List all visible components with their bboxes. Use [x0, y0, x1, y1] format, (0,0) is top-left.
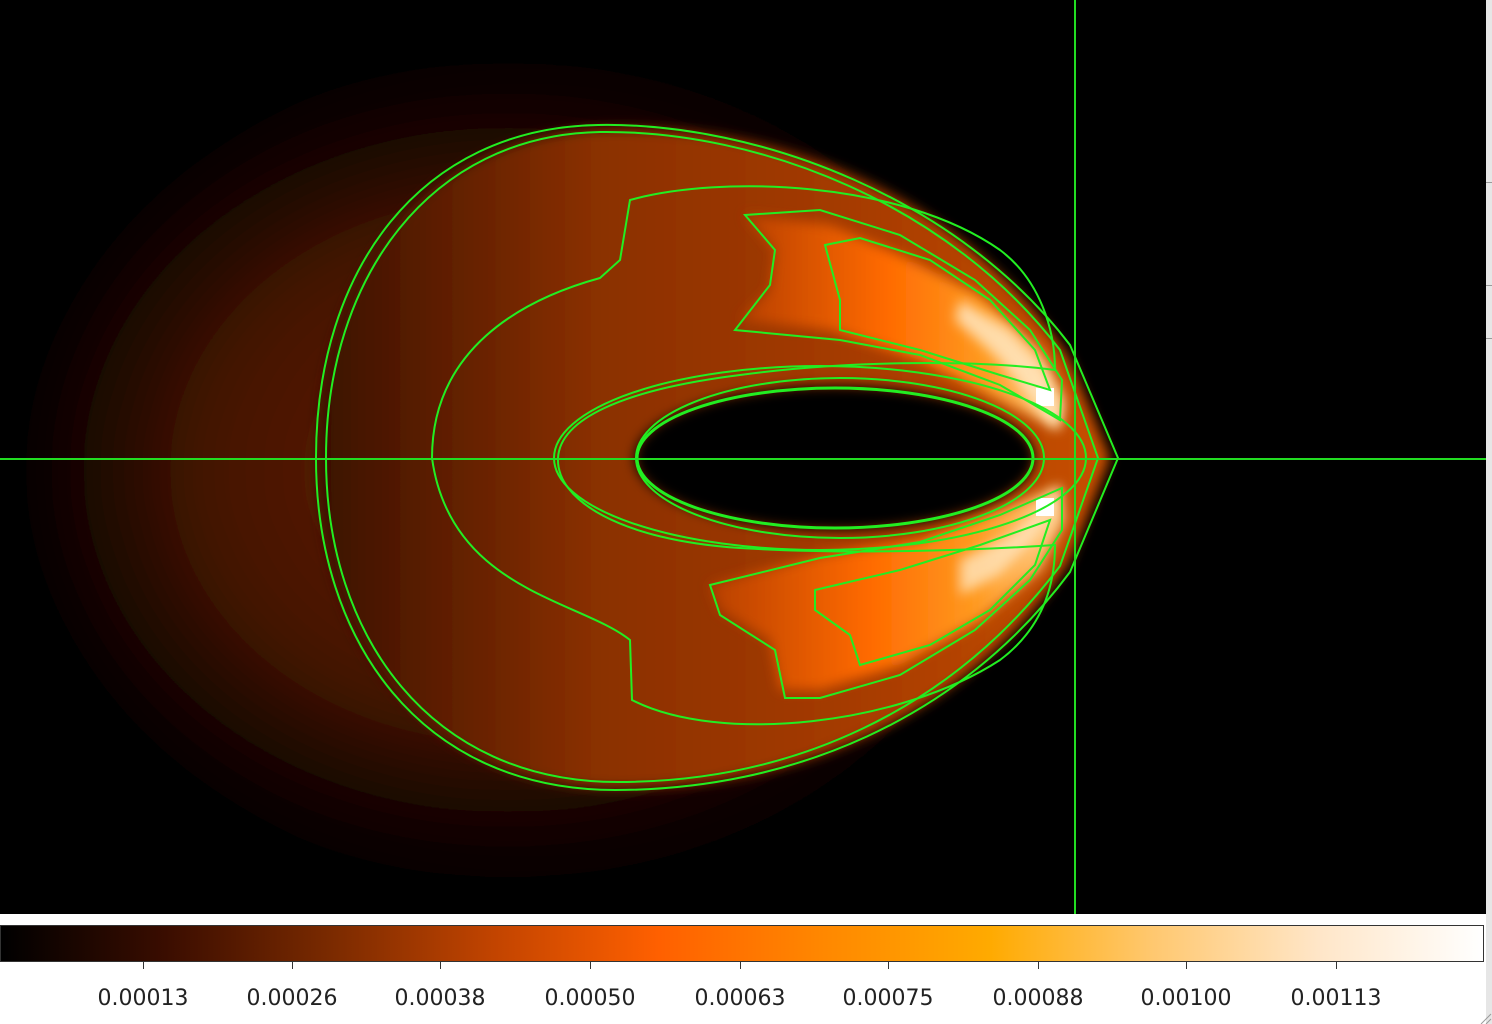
colorbar-tick — [143, 962, 144, 969]
resize-grip-icon[interactable] — [1478, 1010, 1492, 1024]
strip-divider-3 — [1486, 338, 1492, 339]
colorbar-tick — [1038, 962, 1039, 969]
image-canvas[interactable] — [0, 0, 1486, 914]
colorbar-tick-label: 0.00113 — [1290, 986, 1382, 1011]
colorbar-tick — [292, 962, 293, 969]
colorbar-tick — [740, 962, 741, 969]
colorbar-tick-label: 0.00013 — [97, 986, 189, 1011]
colorbar-tick-label: 0.00100 — [1140, 986, 1232, 1011]
panel-separator — [0, 914, 1486, 925]
colorbar-tick — [1336, 962, 1337, 969]
strip-divider-2 — [1486, 285, 1492, 286]
colorbar-tick — [440, 962, 441, 969]
colorbar-tick — [590, 962, 591, 969]
colorbar-tick-label: 0.00050 — [544, 986, 636, 1011]
right-scroll-strip[interactable] — [1486, 0, 1492, 1024]
colorbar-tick-label: 0.00038 — [394, 986, 486, 1011]
colorbar-tick-label: 0.00088 — [992, 986, 1084, 1011]
colorbar-tick-label: 0.00063 — [694, 986, 786, 1011]
image-display-panel[interactable] — [0, 0, 1486, 914]
colorbar-tick-label: 0.00075 — [842, 986, 934, 1011]
colorbar-tick — [888, 962, 889, 969]
image-viewer-window: 0.00013 0.00026 0.00038 0.00050 0.00063 … — [0, 0, 1492, 1024]
colorbar-tick-label: 0.00026 — [246, 986, 338, 1011]
colorbar-axis: 0.00013 0.00026 0.00038 0.00050 0.00063 … — [0, 962, 1486, 1024]
colorbar-tick — [1186, 962, 1187, 969]
strip-divider-1 — [1486, 182, 1492, 183]
colorbar-gradient[interactable] — [0, 925, 1484, 962]
